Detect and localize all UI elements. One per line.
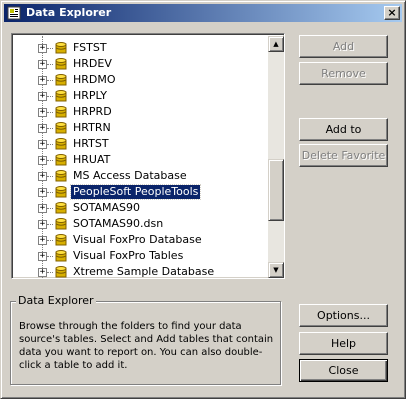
- tree-item[interactable]: + HRTST: [14, 136, 268, 152]
- help-button[interactable]: Help: [299, 332, 388, 355]
- expand-icon[interactable]: +: [38, 124, 47, 133]
- tree-item[interactable]: + HRDMO: [14, 72, 268, 88]
- close-button[interactable]: Close: [299, 359, 388, 382]
- tree-branch-line: [47, 144, 53, 145]
- expand-icon[interactable]: +: [38, 140, 47, 149]
- expand-icon[interactable]: +: [38, 76, 47, 85]
- tree-branch-line: [47, 128, 53, 129]
- tree-item[interactable]: + HRDEV: [14, 56, 268, 72]
- expand-icon[interactable]: +: [38, 172, 47, 181]
- tree-item[interactable]: + Visual FoxPro Tables: [14, 248, 268, 264]
- database-icon: [55, 106, 67, 118]
- info-description: Browse through the folders to find your …: [19, 321, 274, 371]
- database-icon: [55, 122, 67, 134]
- tree-item[interactable]: + SOTAMAS90.dsn: [14, 216, 268, 232]
- tree-item-label[interactable]: PeopleSoft PeopleTools: [69, 184, 202, 200]
- data-explorer-window: Data Explorer × + FSTST + HRDEV + HRDMO + HRPLY…: [0, 0, 406, 399]
- tree-branch-line: [47, 176, 53, 177]
- title-bar[interactable]: Data Explorer ×: [4, 4, 402, 22]
- tree-branch-line: [47, 224, 53, 225]
- expand-icon[interactable]: +: [38, 156, 47, 165]
- database-icon: [55, 90, 67, 102]
- expand-icon[interactable]: +: [38, 236, 47, 245]
- database-icon: [55, 234, 67, 246]
- tree-item[interactable]: + PeopleSoft PeopleTools: [14, 184, 268, 200]
- expand-icon[interactable]: +: [38, 204, 47, 213]
- data-source-tree[interactable]: + FSTST + HRDEV + HRDMO + HRPLY + HRPRD + HRTRN + HRT…: [11, 33, 285, 279]
- scroll-up-button[interactable]: ▲: [268, 36, 284, 52]
- tree-branch-line: [47, 48, 53, 49]
- database-icon: [55, 154, 67, 166]
- expand-icon[interactable]: +: [38, 252, 47, 261]
- database-icon: [55, 186, 67, 198]
- add-to-favorites-button[interactable]: Add to Favorites: [299, 118, 388, 157]
- database-icon: [55, 58, 67, 70]
- database-icon: [55, 218, 67, 230]
- tree-item[interactable]: + HRTRN: [14, 120, 268, 136]
- window-title: Data Explorer: [26, 6, 112, 19]
- tree-rows: + FSTST + HRDEV + HRDMO + HRPLY + HRPRD + HRTRN + HRT…: [14, 36, 268, 278]
- tree-item-label[interactable]: HRDMO: [71, 73, 118, 87]
- data-explorer-icon: [7, 6, 21, 20]
- database-icon: [55, 170, 67, 182]
- tree-vertical-scrollbar[interactable]: ▲ ▼: [268, 36, 284, 278]
- database-icon: [55, 42, 67, 54]
- options-button[interactable]: Options...: [299, 304, 388, 327]
- tree-item-label[interactable]: Visual FoxPro Database: [71, 233, 204, 247]
- database-icon: [55, 74, 67, 86]
- tree-item-label[interactable]: MS Access Database: [71, 169, 189, 183]
- tree-item-label[interactable]: Visual FoxPro Tables: [71, 249, 185, 263]
- tree-item[interactable]: + SOTAMAS90: [14, 200, 268, 216]
- tree-branch-line: [47, 160, 53, 161]
- tree-item-label[interactable]: HRTRN: [71, 121, 113, 135]
- expand-icon[interactable]: +: [38, 188, 47, 197]
- tree-branch-line: [47, 256, 53, 257]
- remove-button[interactable]: Remove: [299, 62, 388, 85]
- tree-item-label[interactable]: FSTST: [71, 41, 109, 55]
- expand-icon[interactable]: +: [38, 44, 47, 53]
- tree-item-label[interactable]: HRDEV: [71, 57, 114, 71]
- tree-item-label[interactable]: HRUAT: [71, 153, 112, 167]
- tree-branch-line: [47, 80, 53, 81]
- tree-item-label[interactable]: HRPLY: [71, 89, 109, 103]
- database-icon: [55, 138, 67, 150]
- close-window-button[interactable]: ×: [384, 6, 400, 20]
- tree-branch-line: [47, 272, 53, 273]
- info-groupbox: Data Explorer Browse through the folders…: [10, 294, 281, 385]
- tree-branch-line: [47, 240, 53, 241]
- delete-favorite-button[interactable]: Delete Favorite: [299, 144, 388, 167]
- tree-item[interactable]: + FSTST: [14, 40, 268, 56]
- tree-item-label[interactable]: HRPRD: [71, 105, 114, 119]
- expand-icon[interactable]: +: [38, 108, 47, 117]
- database-icon: [55, 266, 67, 278]
- scroll-thumb[interactable]: [268, 158, 284, 221]
- tree-item[interactable]: + Xtreme Sample Database: [14, 264, 268, 278]
- tree-item[interactable]: + Visual FoxPro Database: [14, 232, 268, 248]
- tree-item[interactable]: + HRPLY: [14, 88, 268, 104]
- tree-item-label[interactable]: Xtreme Sample Database: [71, 265, 216, 278]
- tree-branch-line: [47, 192, 53, 193]
- expand-icon[interactable]: +: [38, 220, 47, 229]
- tree-branch-line: [47, 64, 53, 65]
- database-icon: [55, 202, 67, 214]
- expand-icon[interactable]: +: [38, 92, 47, 101]
- tree-item-label[interactable]: HRTST: [71, 137, 111, 151]
- tree-item[interactable]: + MS Access Database: [14, 168, 268, 184]
- expand-icon[interactable]: +: [38, 268, 47, 277]
- info-groupbox-title: Data Explorer: [16, 294, 96, 307]
- tree-item-label[interactable]: SOTAMAS90: [71, 201, 142, 215]
- tree-item-label[interactable]: SOTAMAS90.dsn: [71, 217, 165, 231]
- expand-icon[interactable]: +: [38, 60, 47, 69]
- add-button[interactable]: Add: [299, 35, 388, 58]
- tree-branch-line: [47, 96, 53, 97]
- database-icon: [55, 250, 67, 262]
- tree-item[interactable]: + HRUAT: [14, 152, 268, 168]
- tree-branch-line: [47, 112, 53, 113]
- tree-item[interactable]: + HRPRD: [14, 104, 268, 120]
- tree-branch-line: [47, 208, 53, 209]
- scroll-down-button[interactable]: ▼: [268, 262, 284, 278]
